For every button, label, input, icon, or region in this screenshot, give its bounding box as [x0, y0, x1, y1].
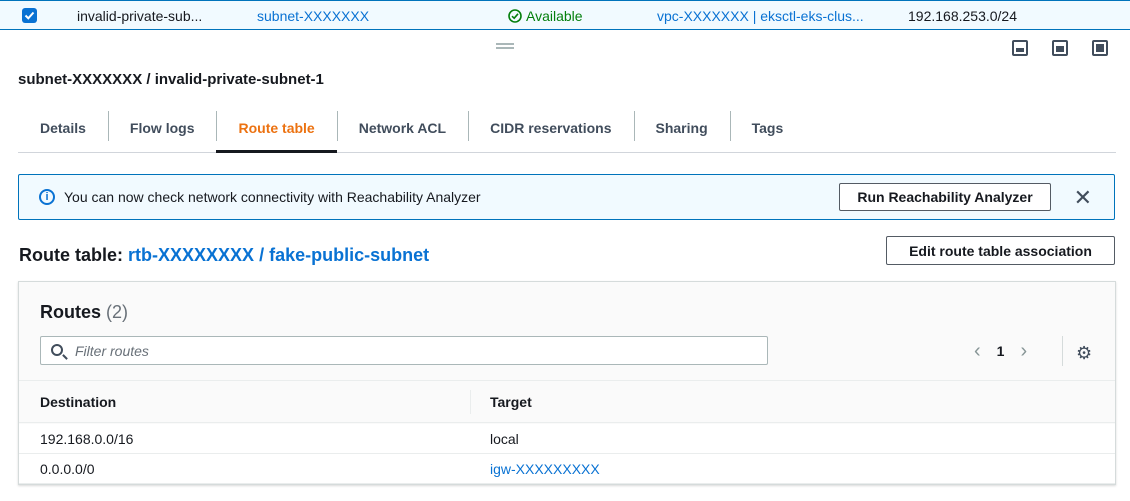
panel-half-icon[interactable] [1052, 40, 1068, 56]
routes-heading: Routes (2) [40, 302, 128, 323]
tab-cidr-reservations[interactable]: CIDR reservations [468, 103, 633, 152]
selected-subnet-row[interactable]: invalid-private-sub... subnet-XXXXXXX Av… [0, 0, 1130, 30]
filter-routes-input[interactable] [75, 341, 755, 361]
route-destination: 192.168.0.0/16 [40, 431, 134, 447]
tab-route-table[interactable]: Route table [216, 103, 337, 153]
subnet-name-cell: invalid-private-sub... [77, 8, 203, 24]
panel-bottom-icon[interactable] [1012, 40, 1028, 56]
panel-layout-controls [1012, 40, 1108, 56]
previous-page-icon[interactable]: ‹ [974, 341, 981, 361]
gear-icon[interactable]: ⚙ [1076, 343, 1092, 364]
state-label: Available [526, 8, 583, 24]
route-target: local [490, 431, 519, 447]
routes-container: Routes (2) ‹ 1 › ⚙ Destination Target 19… [18, 281, 1116, 485]
pagination: ‹ 1 › [974, 341, 1027, 361]
cidr-cell: 192.168.253.0/24 [908, 8, 1017, 24]
route-target-link[interactable]: igw-XXXXXXXXX [490, 461, 600, 477]
panel-full-icon[interactable] [1092, 40, 1108, 56]
tab-details[interactable]: Details [18, 103, 108, 152]
route-table-link[interactable]: rtb-XXXXXXXX / fake-public-subnet [128, 245, 429, 265]
checkmark-icon [24, 11, 35, 20]
success-check-icon [508, 9, 522, 23]
routes-count: (2) [106, 302, 129, 322]
tab-tags[interactable]: Tags [729, 103, 806, 152]
search-icon [51, 344, 63, 356]
routes-table-header: Destination Target [19, 380, 1115, 423]
route-table-label: Route table: [19, 245, 124, 265]
column-destination[interactable]: Destination [40, 394, 116, 410]
subnet-id-link[interactable]: subnet-XXXXXXX [257, 8, 369, 24]
detail-panel-title: subnet-XXXXXXX / invalid-private-subnet-… [18, 71, 324, 88]
info-icon: i [39, 189, 55, 205]
route-table-heading: Route table: rtb-XXXXXXXX / fake-public-… [19, 245, 429, 266]
next-page-icon[interactable]: › [1020, 341, 1027, 361]
route-destination: 0.0.0.0/0 [40, 461, 95, 477]
column-divider[interactable] [470, 390, 471, 414]
table-row: 0.0.0.0/0 igw-XXXXXXXXX [19, 454, 1115, 484]
row-checkbox[interactable] [22, 8, 37, 23]
state-cell: Available [508, 8, 583, 24]
tab-network-acl[interactable]: Network ACL [336, 103, 468, 152]
pager-divider [1062, 336, 1063, 366]
close-icon[interactable]: ✕ [1074, 185, 1092, 211]
reachability-info-alert: i You can now check network connectivity… [18, 174, 1115, 220]
resize-handle[interactable] [496, 43, 514, 49]
column-target[interactable]: Target [490, 394, 532, 410]
alert-message: You can now check network connectivity w… [64, 189, 481, 205]
detail-tabs: Details Flow logs Route table Network AC… [18, 103, 1116, 153]
tab-flow-logs[interactable]: Flow logs [107, 103, 217, 152]
tab-sharing[interactable]: Sharing [633, 103, 730, 152]
edit-route-table-association-button[interactable]: Edit route table association [886, 236, 1115, 265]
current-page[interactable]: 1 [997, 343, 1005, 359]
filter-routes-field[interactable] [40, 336, 768, 365]
vpc-link[interactable]: vpc-XXXXXXX | eksctl-eks-clus... [657, 8, 864, 24]
routes-title: Routes [40, 302, 102, 322]
run-reachability-analyzer-button[interactable]: Run Reachability Analyzer [839, 183, 1051, 211]
table-row: 192.168.0.0/16 local [19, 424, 1115, 454]
